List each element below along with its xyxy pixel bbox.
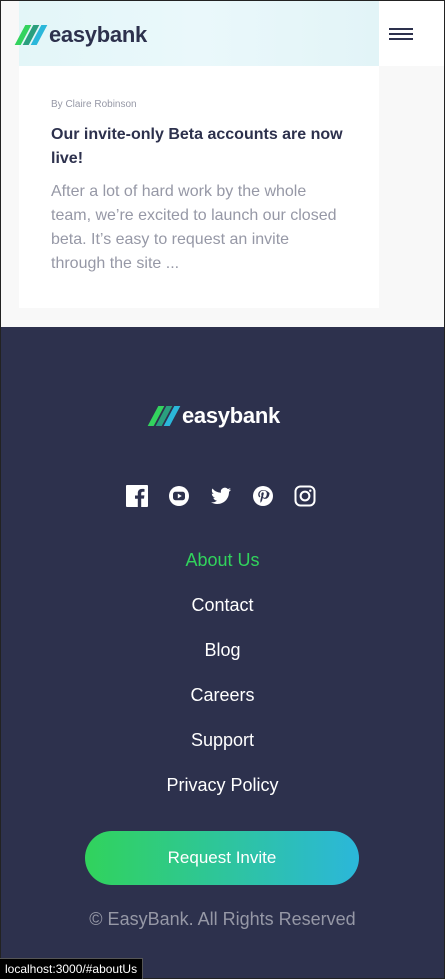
copyright-text: © EasyBank. All Rights Reserved bbox=[89, 909, 356, 929]
twitter-icon[interactable] bbox=[210, 485, 232, 507]
logo-mark-icon bbox=[147, 406, 181, 426]
logo-text: easybank bbox=[182, 403, 280, 428]
article-title[interactable]: Our invite-only Beta accounts are now li… bbox=[51, 123, 351, 171]
request-invite-button[interactable]: Request Invite bbox=[85, 831, 359, 885]
header-logo[interactable]: easybank bbox=[14, 22, 147, 48]
article-author: By Claire Robinson bbox=[51, 99, 137, 110]
footer-nav: About Us Contact Blog Careers Support Pr… bbox=[0, 548, 445, 818]
pinterest-icon[interactable] bbox=[252, 485, 274, 507]
article-excerpt: After a lot of hard work by the whole te… bbox=[51, 183, 337, 272]
logo-text: easybank bbox=[49, 22, 147, 47]
logo-mark-icon bbox=[14, 25, 48, 45]
status-bar-url: localhost:3000/#aboutUs bbox=[0, 958, 144, 979]
footer-link-about-us[interactable]: About Us bbox=[185, 550, 259, 570]
site-footer: easybank About Us Contact Blog Careers S… bbox=[0, 327, 445, 979]
footer-link-support[interactable]: Support bbox=[191, 730, 254, 750]
social-links bbox=[126, 485, 316, 507]
footer-link-blog[interactable]: Blog bbox=[204, 640, 240, 660]
footer-link-careers[interactable]: Careers bbox=[190, 685, 254, 705]
site-header: easybank bbox=[0, 0, 445, 66]
footer-link-privacy-policy[interactable]: Privacy Policy bbox=[166, 775, 278, 795]
footer-link-contact[interactable]: Contact bbox=[191, 595, 253, 615]
instagram-icon[interactable] bbox=[294, 485, 316, 507]
hamburger-menu-icon[interactable] bbox=[389, 28, 413, 40]
youtube-icon[interactable] bbox=[168, 485, 190, 507]
footer-logo[interactable]: easybank bbox=[147, 403, 280, 429]
facebook-icon[interactable] bbox=[126, 485, 148, 507]
